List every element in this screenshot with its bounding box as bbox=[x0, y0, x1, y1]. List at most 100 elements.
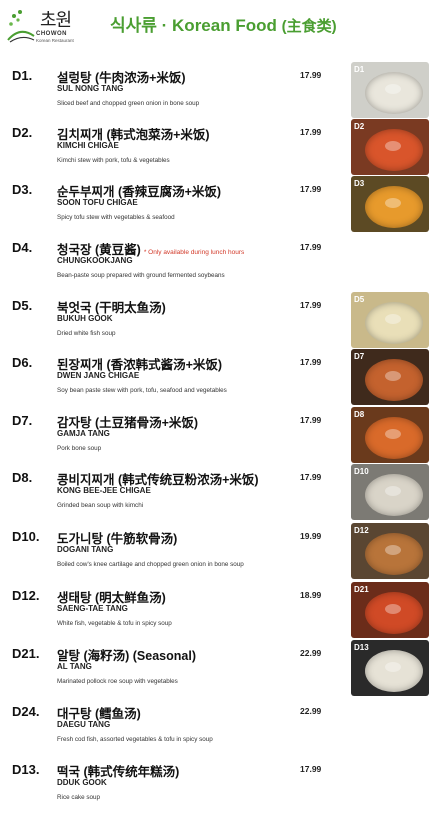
item-description: Boiled cow's knee cartilage and chopped … bbox=[57, 561, 244, 568]
item-description: Grinded bean soup with kimchi bbox=[57, 502, 144, 509]
item-romanized: SAENG-TAE TANG bbox=[57, 604, 128, 613]
item-description: Bean-paste soup prepared with ground fer… bbox=[57, 272, 225, 279]
menu-item: D1. 설렁탕 (牛肉浓汤+米饭) SUL NONG TANG Sliced beef… bbox=[0, 60, 444, 118]
item-price: 22.99 bbox=[300, 648, 322, 658]
leaf-logo-icon bbox=[7, 10, 35, 43]
item-price: 17.99 bbox=[300, 300, 322, 310]
item-romanized: DOGANI TANG bbox=[57, 545, 114, 554]
item-code: D8. bbox=[12, 470, 33, 485]
menu-item: D4. 청국장 (黄豆酱) * Only available during lunc… bbox=[0, 232, 444, 290]
garnish bbox=[385, 429, 401, 439]
item-description: Soy bean paste stew with pork, tofu, sea… bbox=[57, 387, 227, 394]
item-code: D12. bbox=[12, 588, 40, 603]
item-price: 17.99 bbox=[300, 242, 322, 252]
garnish bbox=[385, 662, 401, 672]
item-romanized: CHUNGKOOKJANG bbox=[57, 256, 133, 265]
item-code: D7. bbox=[12, 413, 33, 428]
item-romanized: DAEGU TANG bbox=[57, 720, 111, 729]
garnish bbox=[385, 84, 401, 94]
item-romanized: SUL NONG TANG bbox=[57, 84, 124, 93]
item-description: Sliced beef and chopped green onion in b… bbox=[57, 100, 200, 107]
item-description: White fish, vegetable & tofu in spicy so… bbox=[57, 620, 172, 627]
item-code: D6. bbox=[12, 355, 33, 370]
menu-header: 초원 CHOWON Korean Restaurant 식사류 · Korean… bbox=[0, 0, 444, 52]
item-code: D5. bbox=[12, 298, 33, 313]
item-code: D3. bbox=[12, 182, 33, 197]
item-price: 18.99 bbox=[300, 590, 322, 600]
item-price: 17.99 bbox=[300, 472, 322, 482]
item-description: Dried white fish soup bbox=[57, 330, 116, 337]
title-english: Korean Food bbox=[172, 16, 282, 35]
food-photo: D1 bbox=[351, 62, 429, 118]
menu-item: D2. 김치찌개 (韩式泡菜汤+米饭) KIMCHI CHIGAE Kimchi st… bbox=[0, 117, 444, 175]
menu-item: D12. 생태탕 (明太鲜鱼汤) SAENG-TAE TANG White fish,… bbox=[0, 580, 444, 638]
item-name-text: 도가니탕 (牛筋软骨汤) bbox=[57, 532, 178, 546]
photo-label: D12 bbox=[354, 526, 369, 535]
photo-label: D1 bbox=[354, 65, 365, 74]
item-price: 17.99 bbox=[300, 357, 322, 367]
food-photo: D2 bbox=[351, 119, 429, 175]
item-romanized: AL TANG bbox=[57, 662, 92, 671]
menu-item: D24. 대구탕 (鳕鱼汤) DAEGU TANG Fresh cod fish, a… bbox=[0, 696, 444, 754]
food-photo: D12 bbox=[351, 523, 429, 579]
item-romanized: KONG BEE-JEE CHIGAE bbox=[57, 486, 151, 495]
photo-label: D3 bbox=[354, 179, 365, 188]
photo-label: D7 bbox=[354, 352, 365, 361]
menu-item: D8. 콩비지찌개 (韩式传统豆粉浓汤+米饭) KONG BEE-JEE CHIGA… bbox=[0, 462, 444, 520]
item-name-text: 된장찌개 (香浓韩式酱汤+米饭) bbox=[57, 358, 223, 372]
title-separator: · bbox=[156, 16, 173, 35]
item-code: D4. bbox=[12, 240, 33, 255]
item-name-text: 북엇국 (干明太鱼汤) bbox=[57, 301, 166, 315]
logo-subtitle: Korean Restaurant bbox=[36, 38, 74, 43]
item-romanized: SOON TOFU CHIGAE bbox=[57, 198, 138, 207]
item-name-text: 설렁탕 (牛肉浓汤+米饭) bbox=[57, 71, 186, 85]
item-price: 22.99 bbox=[300, 706, 322, 716]
item-romanized: BUKUH GOOK bbox=[57, 314, 113, 323]
garnish bbox=[385, 314, 401, 324]
photo-label: D10 bbox=[354, 467, 369, 476]
item-price: 17.99 bbox=[300, 184, 322, 194]
menu-item: D7. 감자탕 (土豆猪骨汤+米饭) GAMJA TANG Pork bone sou… bbox=[0, 405, 444, 463]
item-name-text: 대구탕 (鳕鱼汤) bbox=[57, 707, 141, 721]
item-description: Rice cake soup bbox=[57, 794, 101, 801]
garnish bbox=[385, 141, 401, 151]
food-photo: D13 bbox=[351, 640, 429, 696]
item-price: 17.99 bbox=[300, 127, 322, 137]
item-romanized: DWEN JANG CHIGAE bbox=[57, 371, 140, 380]
item-note: * Only available during lunch hours bbox=[143, 249, 245, 256]
garnish bbox=[385, 371, 401, 381]
item-name-text: 떡국 (韩式传统年糕汤) bbox=[57, 765, 180, 779]
photo-label: D21 bbox=[354, 585, 369, 594]
menu-item: D13. 떡국 (韩式传统年糕汤) DDUK GOOK Rice cake soup 1… bbox=[0, 754, 444, 812]
item-description: Spicy tofu stew with vegetables & seafoo… bbox=[57, 214, 175, 221]
food-photo: D8 bbox=[351, 407, 429, 463]
item-description: Fresh cod fish, assorted vegetables & to… bbox=[57, 736, 213, 743]
photo-label: D2 bbox=[354, 122, 365, 131]
item-romanized: GAMJA TANG bbox=[57, 429, 110, 438]
photo-label: D13 bbox=[354, 643, 369, 652]
title-korean: 식사류 bbox=[110, 16, 157, 35]
food-photo: D10 bbox=[351, 464, 429, 520]
item-code: D10. bbox=[12, 529, 40, 544]
item-name-text: 알탕 (海籽汤) (Seasonal) bbox=[57, 649, 196, 663]
item-code: D21. bbox=[12, 646, 40, 661]
food-photo: D3 bbox=[351, 176, 429, 232]
item-description: Pork bone soup bbox=[57, 445, 102, 452]
item-romanized: DDUK GOOK bbox=[57, 778, 107, 787]
item-description: Kimchi stew with pork, tofu & vegetables bbox=[57, 157, 170, 164]
garnish bbox=[385, 486, 401, 496]
item-code: D2. bbox=[12, 125, 33, 140]
food-photo: D7 bbox=[351, 349, 429, 405]
restaurant-logo: 초원 CHOWON Korean Restaurant bbox=[6, 4, 78, 46]
menu-item: D21. 알탕 (海籽汤) (Seasonal) AL TANG Marinated … bbox=[0, 638, 444, 696]
title-chinese: (主食类) bbox=[281, 18, 337, 35]
photo-label: D8 bbox=[354, 410, 365, 419]
item-romanized: KIMCHI CHIGAE bbox=[57, 141, 119, 150]
garnish bbox=[385, 545, 401, 555]
item-name-text: 청국장 (黄豆酱) bbox=[57, 243, 141, 257]
logo-hangul: 초원 bbox=[40, 10, 72, 31]
page-title: 식사류 · Korean Food (主食类) bbox=[110, 11, 337, 36]
garnish bbox=[385, 604, 401, 614]
item-code: D1. bbox=[12, 68, 33, 83]
menu-item: D10. 도가니탕 (牛筋软骨汤) DOGANI TANG Boiled cow's … bbox=[0, 521, 444, 579]
